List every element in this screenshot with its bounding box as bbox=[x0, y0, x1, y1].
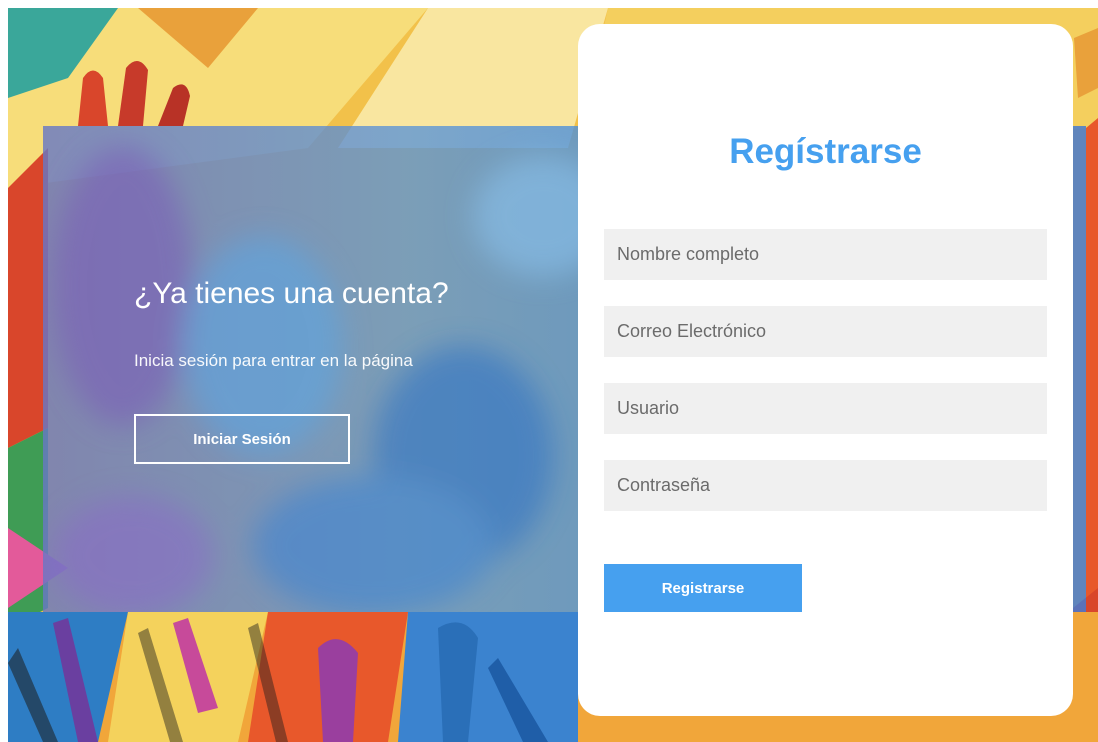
page-stage: ¿Ya tienes una cuenta? Inicia sesión par… bbox=[8, 8, 1098, 742]
password-field[interactable] bbox=[604, 460, 1047, 511]
register-form-card: Regístrarse Registrarse bbox=[578, 24, 1073, 716]
login-prompt-title: ¿Ya tienes una cuenta? bbox=[134, 277, 449, 310]
login-button[interactable]: Iniciar Sesión bbox=[134, 414, 350, 464]
email-field[interactable] bbox=[604, 306, 1047, 357]
username-field[interactable] bbox=[604, 383, 1047, 434]
login-prompt-content: ¿Ya tienes una cuenta? Inicia sesión par… bbox=[134, 276, 554, 372]
register-button[interactable]: Registrarse bbox=[604, 564, 802, 612]
login-prompt-text: Inicia sesión para entrar en la página bbox=[134, 351, 413, 370]
register-form-title: Regístrarse bbox=[729, 132, 922, 171]
full-name-field[interactable] bbox=[604, 229, 1047, 280]
